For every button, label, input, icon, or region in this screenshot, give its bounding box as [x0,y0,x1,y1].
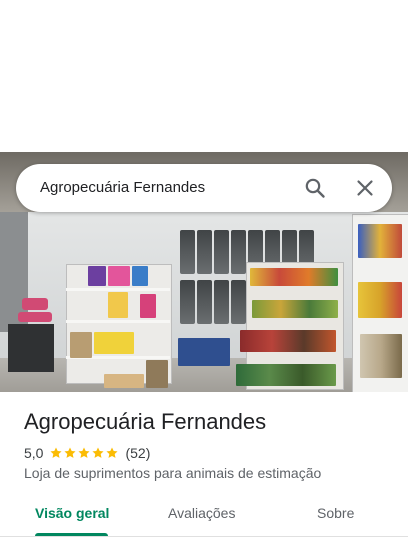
photo-package [70,332,92,358]
photo-package [104,374,144,388]
star-rating [49,446,119,460]
search-query-text[interactable]: Agropecuária Fernandes [40,179,205,196]
photo-package [88,266,106,286]
star-icon [64,447,77,458]
tab-about[interactable]: Sobre [317,505,354,521]
place-category: Loja de suprimentos para animais de esti… [24,465,322,481]
photo-package-row [360,334,402,378]
photo-package [94,332,134,354]
photo-bin [197,230,212,274]
photo-bin [231,280,246,324]
rating-row[interactable]: 5,0 (52) [24,444,150,462]
map-area-blank [0,0,408,152]
rating-value: 5,0 [24,445,44,461]
photo-package-row [358,224,402,258]
review-count[interactable]: (52) [125,445,150,461]
photo-package-row [240,330,336,352]
photo-package [108,266,130,286]
photo-bin [214,230,229,274]
star-icon [78,447,91,458]
photo-basket [18,312,52,322]
search-icon[interactable] [303,176,327,200]
photo-bin [180,230,195,274]
place-tabs: Visão geral Avaliações Sobre [0,492,408,536]
close-icon[interactable] [353,176,377,200]
tabs-divider [0,536,408,537]
tab-overview[interactable]: Visão geral [35,505,109,521]
star-icon [92,447,105,458]
photo-package [178,338,230,366]
photo-package [108,292,128,318]
photo-package-row [250,268,338,286]
photo-package-row [236,364,336,386]
photo-shelf-line [66,288,170,291]
photo-shelf-line [66,320,170,323]
photo-package [146,360,168,388]
photo-bin [197,280,212,324]
photo-package-row [358,282,402,318]
search-bar[interactable]: Agropecuária Fernandes [16,164,392,212]
photo-package [140,294,156,318]
photo-package-row [252,300,338,318]
photo-bin [214,280,229,324]
star-icon [50,447,63,458]
photo-bin [180,280,195,324]
photo-cabinet [8,324,54,372]
photo-bin [231,230,246,274]
tab-reviews[interactable]: Avaliações [168,505,235,521]
star-icon [106,447,119,458]
photo-basket [22,298,48,310]
place-title: Agropecuária Fernandes [24,409,267,434]
photo-package [132,266,148,286]
